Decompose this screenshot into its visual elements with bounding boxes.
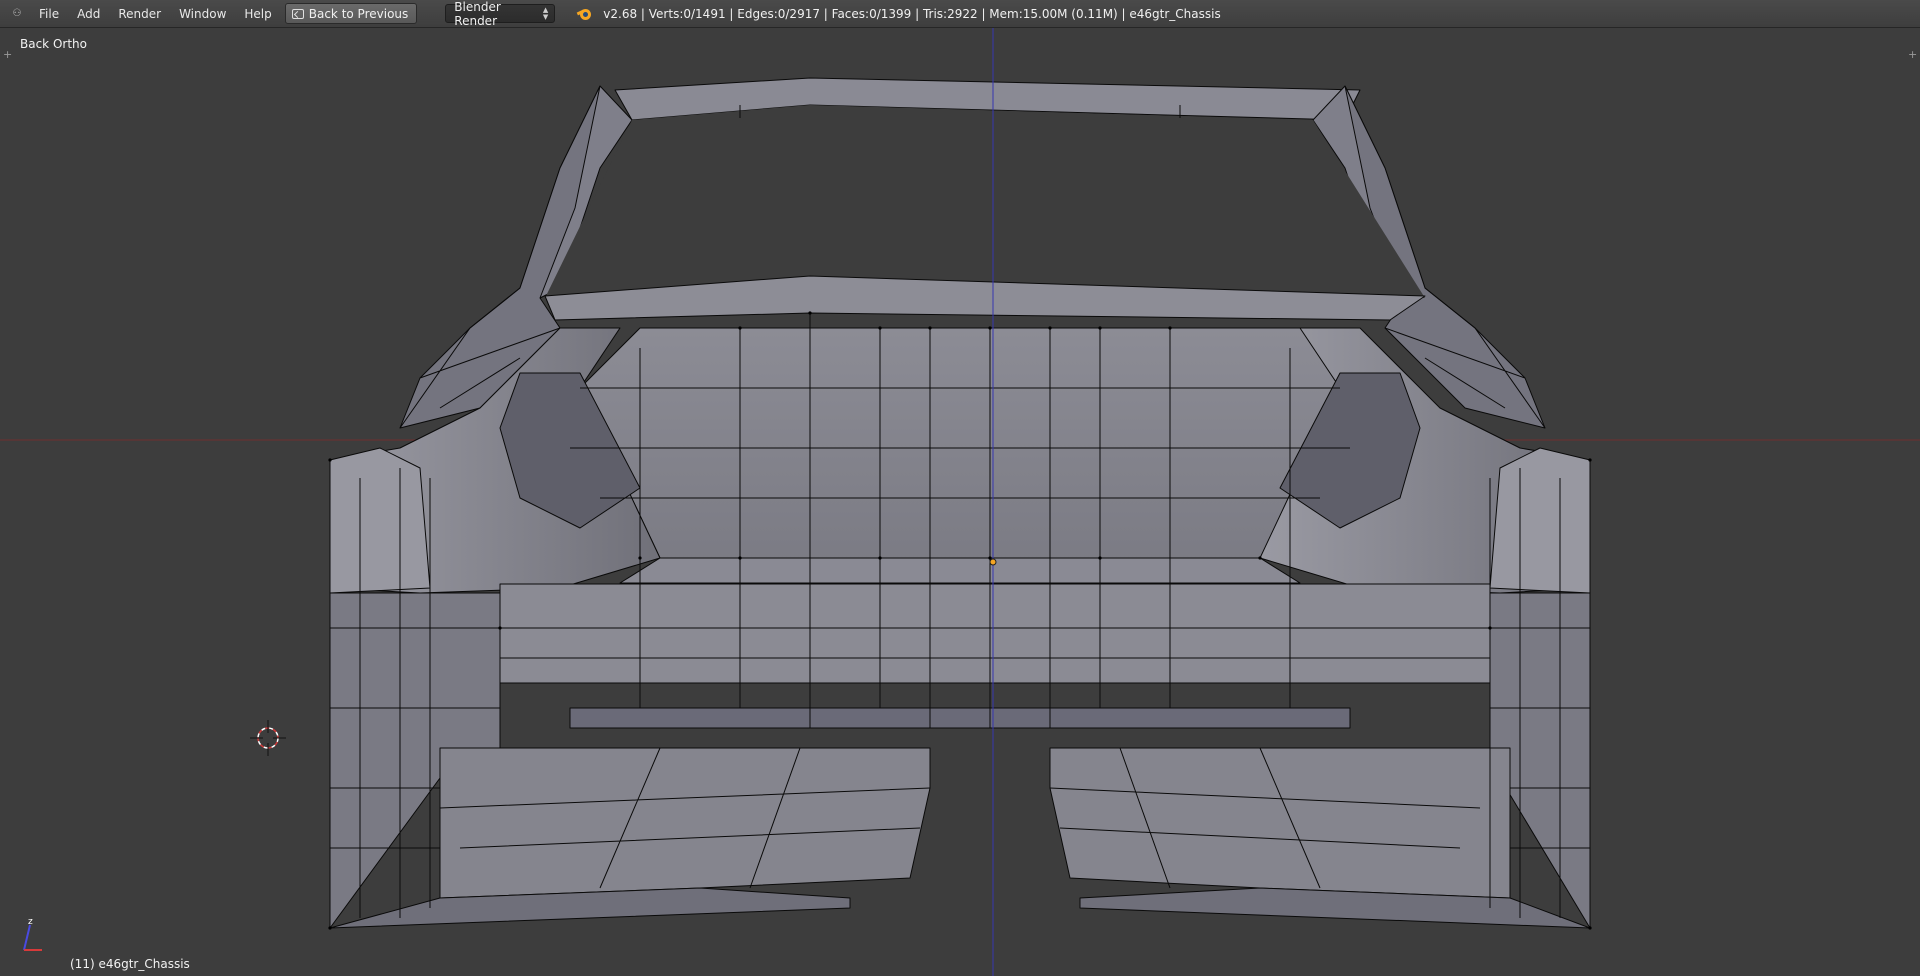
menu-add[interactable]: Add [68,0,109,28]
menu-file[interactable]: File [30,0,68,28]
diffuser-strip [569,707,1351,729]
object-origin-icon[interactable] [989,558,997,566]
trunk-lid [579,327,1391,564]
back-to-previous-button[interactable]: Back to Previous [284,3,418,24]
axis-gizmo-icon: z [23,917,42,951]
3d-viewport[interactable]: z + + Back Ortho (11) e46gtr_Chassis [0,28,1920,976]
top-left-region-handle[interactable]: + [3,49,12,60]
info-header: ⚇ File Add Render Window Help Back to Pr… [0,0,1920,28]
render-engine-value: Blender Render [454,0,501,28]
back-to-previous-label: Back to Previous [308,6,409,21]
editor-type-icon[interactable]: ⚇ [4,4,30,24]
chassis-mesh[interactable] [329,77,1591,929]
left-corner-block [329,447,431,594]
viewport-canvas[interactable]: z [0,28,1920,976]
bumper-top-strip [619,557,1301,584]
render-engine-select[interactable]: Blender Render ▲ ▼ [445,0,556,28]
lower-valance-right [1049,747,1511,899]
rear-bumper [499,583,1491,684]
blender-logo-icon [576,6,593,22]
top-right-region-handle[interactable]: + [1908,49,1917,60]
back-icon [291,8,304,19]
menu-window[interactable]: Window [170,0,235,28]
right-bottom-edge [1079,887,1591,929]
scene-stats: v2.68 | Verts:0/1491 | Edges:0/2917 | Fa… [603,6,1221,21]
3d-cursor-icon[interactable] [250,720,286,756]
left-bottom-edge [329,887,851,929]
active-object-label: (11) e46gtr_Chassis [70,957,190,971]
gizmo-z-label: z [28,917,33,927]
menu-help[interactable]: Help [235,0,280,28]
lower-valance-left [439,747,931,899]
right-corner-block [1489,447,1591,594]
view-name-label: Back Ortho [20,37,87,51]
rear-window-opening [545,105,1425,298]
updown-arrows-icon: ▲ ▼ [542,5,549,21]
menu-render[interactable]: Render [109,0,170,28]
